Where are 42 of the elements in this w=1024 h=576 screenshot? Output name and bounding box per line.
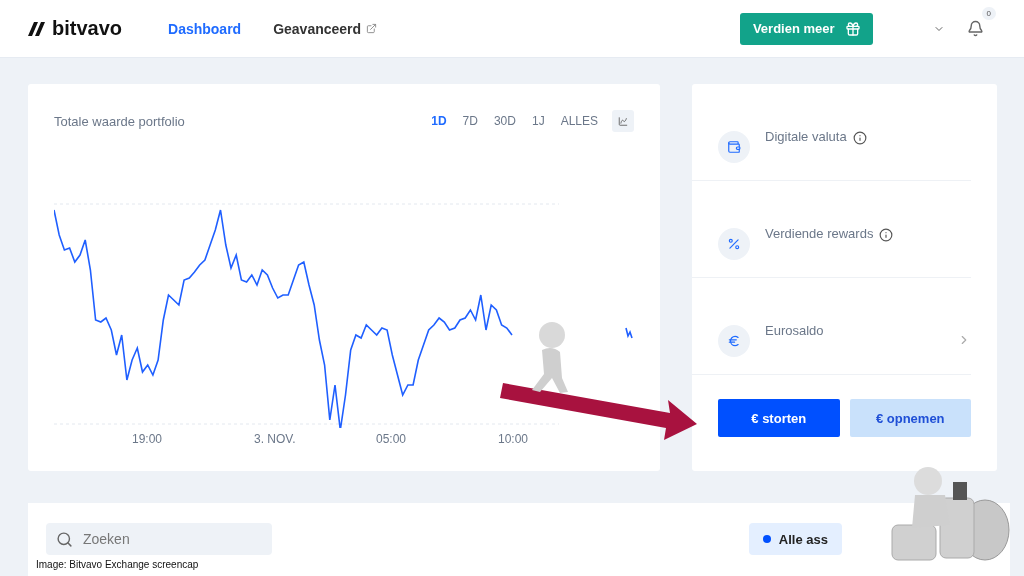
search-icon [56,531,73,548]
percent-icon [718,228,750,260]
logo-text: bitvavo [52,17,123,40]
balance-label: Digitale valuta [765,129,847,144]
chart-title: Totale waarde portfolio [54,113,186,129]
chart-line-icon [618,114,628,128]
dot-icon [762,535,771,543]
balance-row[interactable]: Digitale valuta [692,84,971,181]
x-axis-label: 3. NOV. [254,432,297,446]
range-tab[interactable]: 1J [523,114,553,128]
earn-more-button[interactable]: Verdien meer [739,12,873,45]
logo[interactable]: bitvavo [28,17,123,40]
notification-count: 0 [981,7,996,20]
external-link-icon [366,23,378,34]
withdraw-button[interactable]: € opnemen [849,399,971,437]
search-field[interactable]: Zoeken [46,523,272,555]
nav-link[interactable]: Dashboard [168,20,242,37]
chart-toggle-button[interactable] [612,110,634,132]
nav-link[interactable]: Geavanceerd [273,20,378,37]
portfolio-line-end [625,327,633,339]
x-axis-label: 19:00 [132,432,164,446]
info-icon[interactable] [852,131,867,145]
balance-row[interactable]: Eurosaldo [692,278,971,375]
logo-icon [28,21,46,36]
balance-label: Eurosaldo [765,323,824,338]
notifications-icon[interactable] [966,20,984,37]
image-caption: Image: Bitvavo Exchange screencap [36,559,199,570]
deposit-button[interactable]: € storten [718,399,840,437]
range-tab[interactable]: ALLES [552,114,606,128]
x-axis-label: 05:00 [376,432,408,446]
wallet-icon [718,131,750,163]
balance-row[interactable]: Verdiende rewards [692,181,971,278]
asset-filter-button[interactable]: Alle ass [748,523,842,555]
x-axis-label: 10:00 [498,432,530,446]
balance-label: Verdiende rewards [765,226,874,241]
euro-icon [718,325,750,357]
range-tab[interactable]: 30D [485,114,524,128]
walking-figure-drawing [532,322,568,393]
range-tab[interactable]: 1D [423,114,455,128]
range-tab[interactable]: 7D [454,114,486,128]
gift-icon [844,20,861,37]
info-icon[interactable] [879,228,894,242]
